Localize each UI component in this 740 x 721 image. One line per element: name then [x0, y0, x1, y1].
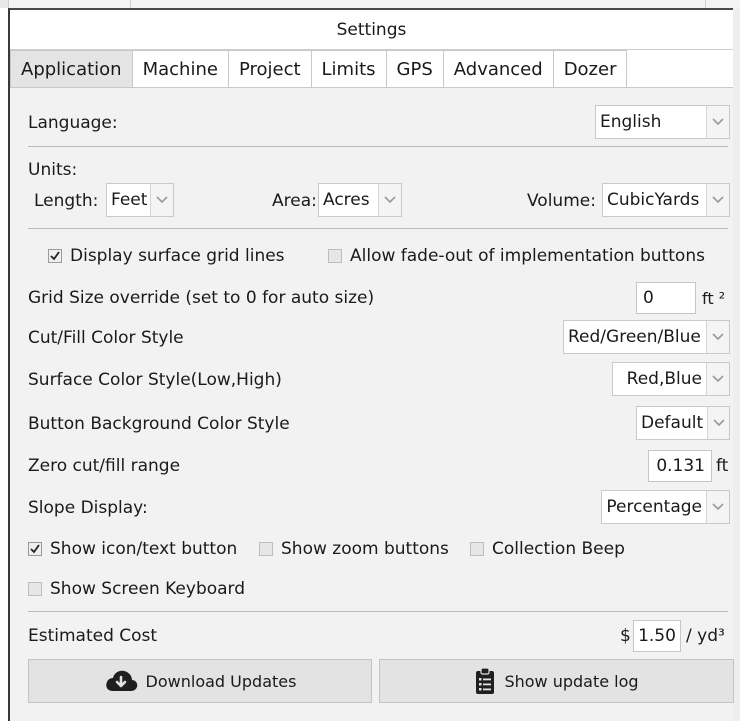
cloud-download-icon — [105, 670, 137, 691]
grid-size-input[interactable]: 0 — [636, 282, 696, 314]
checkbox-empty-icon[interactable] — [259, 542, 273, 556]
show-update-log-button[interactable]: Show update log — [379, 659, 734, 703]
grid-size-unit: ft ² — [702, 288, 726, 308]
window-frame-right — [733, 8, 740, 721]
surface-style-select[interactable]: Red,Blue — [612, 362, 730, 396]
tab-application[interactable]: Application — [10, 50, 133, 88]
section-divider — [28, 146, 728, 147]
tab-project[interactable]: Project — [228, 50, 312, 88]
length-label: Length: — [34, 191, 99, 211]
language-value: English — [600, 112, 662, 132]
cost-unit: / yd³ — [686, 626, 725, 646]
checkbox-empty-icon[interactable] — [328, 249, 342, 263]
section-divider — [28, 611, 728, 612]
cut-fill-value: Red/Green/Blue — [568, 327, 701, 347]
language-select[interactable]: English — [595, 105, 730, 139]
zero-range-unit: ft — [716, 456, 729, 476]
checkmark-icon[interactable] — [48, 249, 62, 263]
chevron-down-icon[interactable] — [707, 407, 729, 439]
cost-label: Estimated Cost — [28, 626, 158, 646]
download-updates-button[interactable]: Download Updates — [28, 659, 372, 703]
checkbox-empty-icon[interactable] — [470, 542, 484, 556]
show-zoom-checkbox[interactable]: Show zoom buttons — [259, 534, 449, 564]
chevron-down-icon[interactable] — [706, 184, 729, 216]
chevron-down-icon[interactable] — [150, 184, 173, 216]
button-bg-label: Button Background Color Style — [28, 414, 290, 434]
download-updates-label: Download Updates — [145, 671, 297, 691]
tab-gps[interactable]: GPS — [386, 50, 444, 88]
length-value: Feet — [111, 190, 148, 210]
grid-size-label: Grid Size override (set to 0 for auto si… — [28, 288, 375, 308]
button-bg-select[interactable]: Default — [636, 406, 730, 440]
surface-style-label: Surface Color Style(Low,High) — [28, 370, 282, 390]
collection-beep-label: Collection Beep — [492, 539, 625, 559]
window-frame-top — [0, 0, 740, 8]
display-grid-checkbox[interactable]: Display surface grid lines — [48, 242, 285, 270]
clipboard-list-icon — [476, 667, 495, 694]
chevron-down-icon[interactable] — [706, 491, 729, 523]
checkmark-icon[interactable] — [28, 542, 42, 556]
volume-select[interactable]: CubicYards — [602, 183, 730, 217]
screen-keyboard-checkbox[interactable]: Show Screen Keyboard — [28, 574, 245, 604]
area-label: Area: — [272, 191, 317, 211]
slope-label: Slope Display: — [28, 498, 148, 518]
slope-value: Percentage — [606, 497, 702, 517]
chevron-down-icon[interactable] — [706, 321, 729, 353]
button-bg-value: Default — [641, 413, 704, 433]
cut-fill-label: Cut/Fill Color Style — [28, 328, 184, 348]
surface-style-value: Red,Blue — [626, 369, 702, 389]
display-grid-label: Display surface grid lines — [70, 246, 285, 266]
show-icon-text-checkbox[interactable]: Show icon/text button — [28, 534, 237, 564]
window-title: Settings — [10, 8, 733, 50]
length-select[interactable]: Feet — [106, 183, 174, 217]
units-label: Units: — [28, 160, 78, 180]
area-value: Acres — [323, 190, 370, 210]
cost-input[interactable]: 1.50 — [633, 620, 681, 652]
cost-currency: $ — [620, 626, 631, 646]
collection-beep-checkbox[interactable]: Collection Beep — [470, 534, 625, 564]
tab-machine[interactable]: Machine — [132, 50, 229, 88]
screen-keyboard-label: Show Screen Keyboard — [50, 579, 246, 599]
fade-out-checkbox[interactable]: Allow fade-out of implementation buttons — [328, 242, 705, 270]
volume-value: CubicYards — [607, 190, 700, 210]
slope-select[interactable]: Percentage — [601, 490, 730, 524]
show-icon-text-label: Show icon/text button — [50, 539, 238, 559]
chevron-down-icon[interactable] — [706, 363, 729, 395]
tab-bar: Application Machine Project Limits GPS A… — [10, 50, 628, 88]
zero-range-label: Zero cut/fill range — [28, 456, 181, 476]
checkbox-empty-icon[interactable] — [28, 582, 42, 596]
volume-label: Volume: — [527, 191, 596, 211]
tab-advanced[interactable]: Advanced — [443, 50, 554, 88]
tab-limits[interactable]: Limits — [311, 50, 387, 88]
cut-fill-select[interactable]: Red/Green/Blue — [563, 320, 730, 354]
show-zoom-label: Show zoom buttons — [281, 539, 449, 559]
chevron-down-icon[interactable] — [378, 184, 401, 216]
zero-range-input[interactable]: 0.131 — [648, 450, 712, 482]
tab-dozer[interactable]: Dozer — [553, 50, 628, 88]
chevron-down-icon[interactable] — [706, 106, 729, 138]
language-label: Language: — [28, 113, 118, 133]
show-update-log-label: Show update log — [504, 671, 639, 691]
area-select[interactable]: Acres — [318, 183, 402, 217]
fade-out-label: Allow fade-out of implementation buttons — [350, 246, 705, 266]
section-divider — [28, 228, 728, 229]
